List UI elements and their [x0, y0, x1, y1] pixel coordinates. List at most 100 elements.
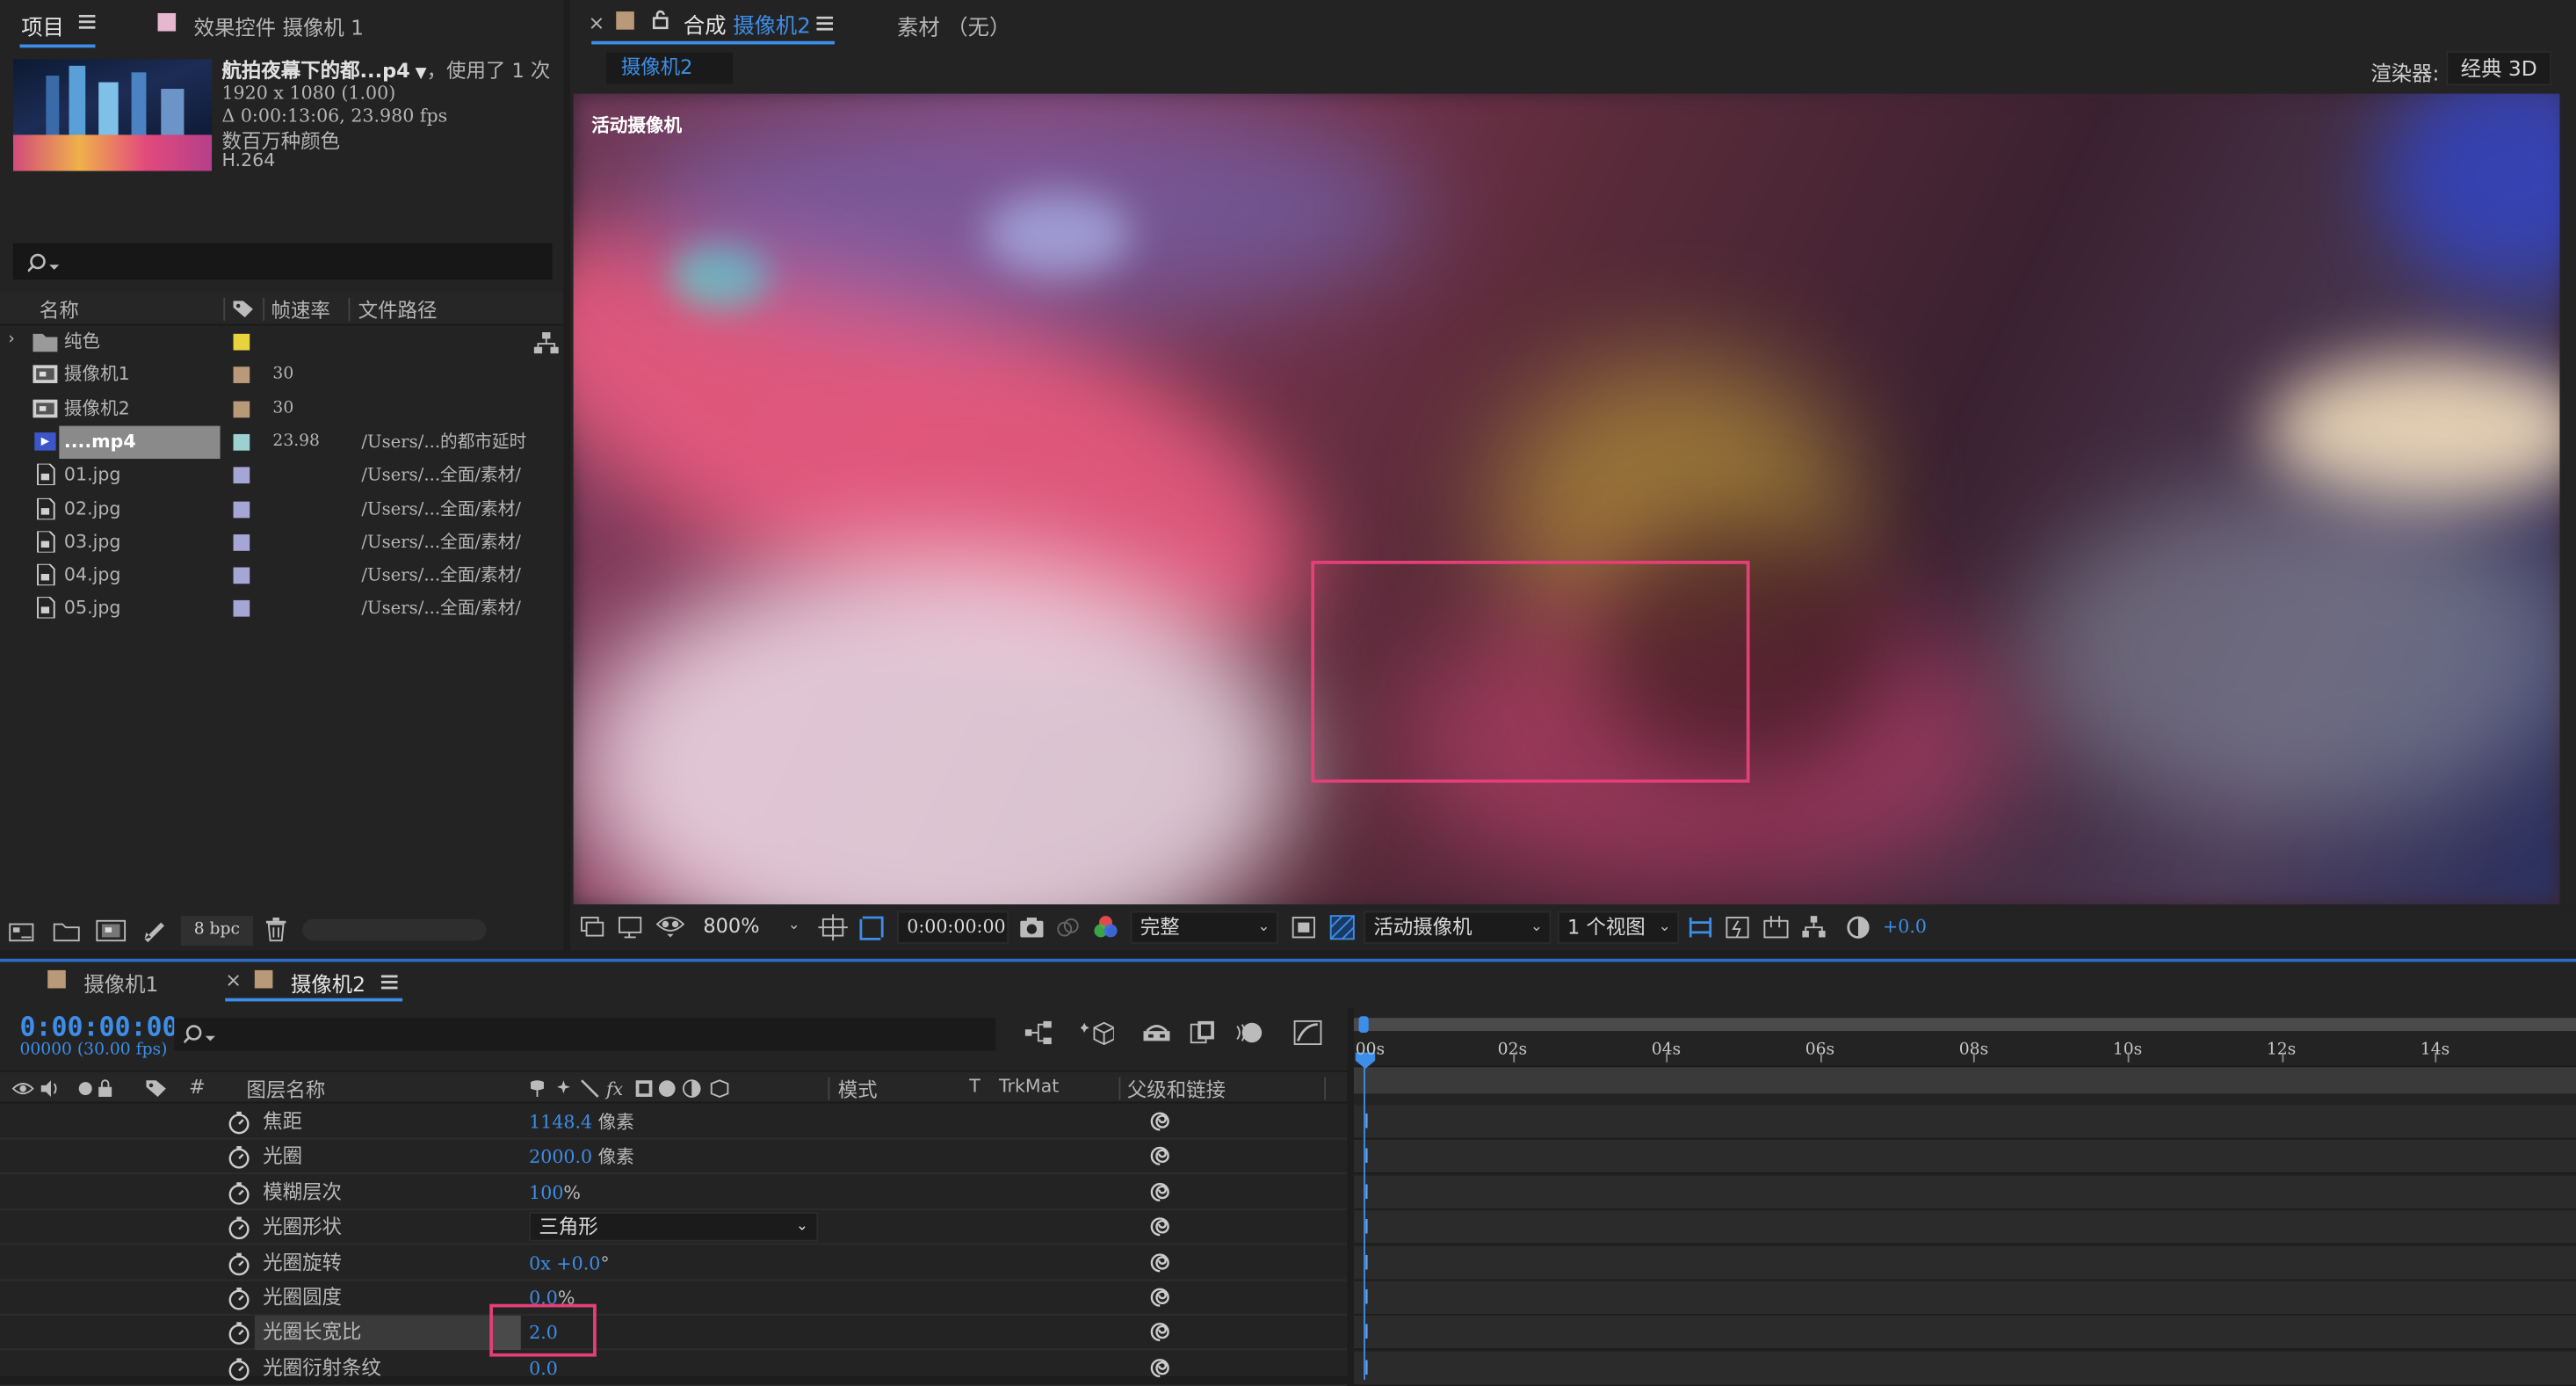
project-item[interactable]: 05.jpg/Users/...全面/素材/	[0, 592, 563, 625]
snapshot-camera-icon[interactable]	[1018, 916, 1045, 939]
renderer-dropdown[interactable]: 经典 3D	[2446, 51, 2552, 86]
effect-label-color	[157, 12, 177, 32]
project-search-input[interactable]	[12, 243, 553, 280]
property-track[interactable]: I	[1353, 1245, 2576, 1281]
exposure-value[interactable]: +0.0	[1883, 916, 1927, 937]
comp-breadcrumb[interactable]: 摄像机2	[606, 52, 734, 84]
resolution-dropdown[interactable]: 完整 ⌄	[1130, 911, 1278, 944]
always-preview-icon[interactable]	[580, 916, 606, 939]
project-item[interactable]: 摄像机1 30	[0, 359, 563, 391]
project-item-name: 摄像机1	[63, 364, 130, 386]
panel-divider	[563, 0, 570, 951]
render-queue-icon[interactable]	[141, 919, 168, 943]
property-track[interactable]: I	[1353, 1351, 2576, 1386]
current-time-field[interactable]: 0:00:00:00	[897, 911, 1009, 944]
ruler-tick-mark	[1820, 1052, 1822, 1063]
ruler-tick-mark	[2127, 1052, 2130, 1063]
project-item-name: ....mp4	[59, 425, 221, 459]
safe-margins-icon[interactable]	[818, 914, 848, 941]
camera-view-dropdown[interactable]: 活动摄像机 ⌄	[1364, 911, 1552, 944]
composition-viewport[interactable]: 活动摄像机	[573, 93, 2560, 905]
image-file-icon	[33, 497, 57, 520]
project-item[interactable]: 01.jpg/Users/...全面/素材/	[0, 459, 563, 491]
label-color-swatch[interactable]	[233, 433, 250, 451]
fast-previews-icon[interactable]	[1292, 916, 1318, 939]
project-item-path: /Users/...全面/素材/	[361, 565, 521, 586]
highlight-box-viewport	[1311, 561, 1750, 783]
lock-icon[interactable]	[652, 10, 669, 30]
transparency-grid-icon[interactable]	[1329, 914, 1356, 940]
label-tag-icon[interactable]	[232, 300, 255, 319]
tab-composition[interactable]: 合成 摄像机2	[684, 8, 811, 40]
ruler-tick-mark	[1973, 1052, 1976, 1063]
property-track[interactable]: I	[1353, 1140, 2576, 1175]
label-color-swatch[interactable]	[233, 467, 250, 484]
active-tab-underline	[591, 40, 835, 45]
tab-project[interactable]: 项目	[21, 10, 64, 41]
toggle-pixel-aspect-icon[interactable]	[1687, 914, 1713, 940]
property-track[interactable]: I	[1353, 1175, 2576, 1210]
zoom-dropdown[interactable]: 800% ⌄	[695, 911, 807, 944]
viewer-toolbar: 800% ⌄ 0:00:00:00 完整 ⌄ 活动摄像机 ⌄ 1 个视图 ⌄ +0.0	[569, 907, 2576, 947]
flowchart-icon[interactable]	[533, 331, 559, 354]
label-color-swatch[interactable]	[233, 366, 250, 384]
property-track[interactable]: I	[1353, 1105, 2576, 1140]
project-item-path: /Users/...全面/素材/	[361, 465, 521, 486]
project-item-name: 02.jpg	[63, 497, 121, 519]
column-fps[interactable]: 帧速率	[271, 296, 330, 324]
composition-icon	[33, 397, 58, 418]
show-snapshot-icon[interactable]	[1055, 916, 1082, 939]
project-item[interactable]: 02.jpg/Users/...全面/素材/	[0, 492, 563, 525]
highlight-box-aspect	[489, 1303, 597, 1357]
project-item-name: 03.jpg	[63, 530, 121, 553]
monitor-icon[interactable]	[618, 916, 644, 939]
label-color-swatch[interactable]	[233, 333, 250, 351]
panel-menu-icon[interactable]	[78, 14, 96, 30]
project-item[interactable]: 03.jpg/Users/...全面/素材/	[0, 526, 563, 558]
label-color-swatch[interactable]	[233, 567, 250, 584]
panel-menu-icon[interactable]	[816, 16, 834, 32]
reset-exposure-icon[interactable]	[1845, 914, 1871, 940]
timeline-icon[interactable]	[1763, 914, 1790, 940]
label-color-swatch[interactable]	[233, 500, 250, 518]
expand-arrow-icon[interactable]: ›	[8, 330, 14, 349]
flowchart-icon[interactable]	[1801, 914, 1827, 940]
renderer-label: 渲染器:	[2370, 61, 2440, 86]
project-item-path: /Users/...全面/素材/	[361, 498, 521, 519]
fast-draft-icon[interactable]	[1726, 914, 1752, 940]
bit-depth-button[interactable]: 8 bpc	[180, 916, 253, 946]
property-track[interactable]: I	[1353, 1316, 2576, 1351]
work-area-start-handle[interactable]	[1358, 1016, 1369, 1033]
project-item[interactable]: › 纯色	[0, 325, 563, 358]
label-color-swatch[interactable]	[233, 533, 250, 551]
mask-visibility-icon[interactable]	[655, 914, 685, 939]
region-of-interest-icon[interactable]	[857, 914, 886, 940]
project-item-fps: 30	[272, 365, 294, 384]
project-item[interactable]: 摄像机2 30	[0, 392, 563, 425]
project-item-name: 01.jpg	[63, 463, 121, 486]
channel-rgb-icon[interactable]	[1093, 914, 1119, 940]
property-track[interactable]: I	[1353, 1281, 2576, 1316]
folder-icon	[33, 330, 58, 352]
delete-trash-icon[interactable]	[264, 918, 287, 942]
project-item[interactable]: ....mp4 23.98/Users/...的都市延时	[0, 425, 563, 459]
project-item[interactable]: 04.jpg/Users/...全面/素材/	[0, 559, 563, 591]
project-item-name: 04.jpg	[63, 563, 121, 586]
search-icon	[27, 253, 60, 272]
project-column-header: 名称 帧速率 文件路径	[0, 293, 564, 326]
column-name[interactable]: 名称	[40, 296, 79, 324]
project-item-name: 摄像机2	[63, 397, 130, 419]
interpret-footage-icon[interactable]	[8, 919, 38, 942]
label-color-swatch[interactable]	[233, 600, 250, 618]
thumbnail-size-slider[interactable]	[302, 918, 487, 941]
view-layout-dropdown[interactable]: 1 个视图 ⌄	[1557, 911, 1680, 944]
new-folder-icon[interactable]	[53, 919, 83, 942]
column-path[interactable]: 文件路径	[358, 296, 438, 324]
tab-effect-controls[interactable]: 效果控件 摄像机 1	[194, 10, 364, 41]
tab-footage[interactable]: 素材 （无）	[897, 10, 1010, 41]
property-track[interactable]: I	[1353, 1210, 2576, 1245]
close-tab-icon[interactable]: ×	[588, 11, 604, 34]
label-color-swatch[interactable]	[233, 400, 250, 417]
new-composition-icon[interactable]	[95, 918, 127, 942]
project-item-fps: 23.98	[272, 432, 320, 451]
